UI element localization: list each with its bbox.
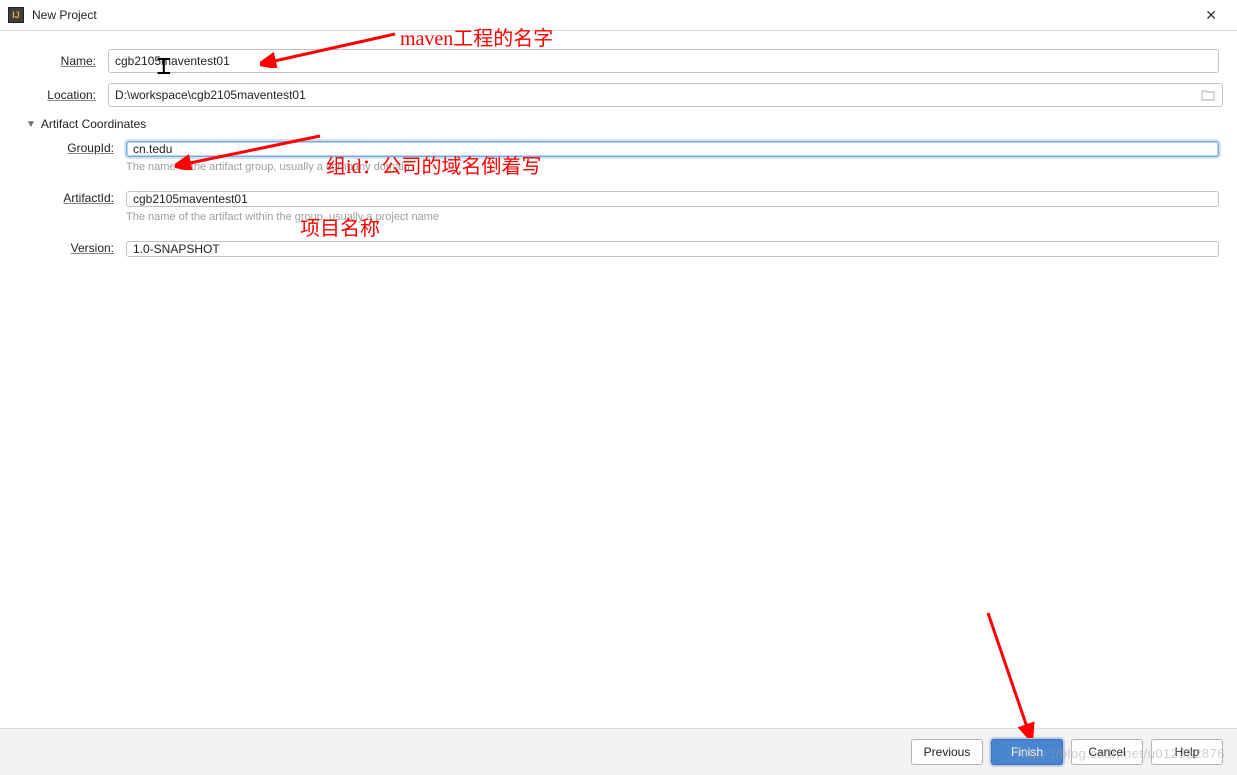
help-button[interactable]: Help bbox=[1151, 739, 1223, 765]
location-row: Location: bbox=[18, 83, 1219, 107]
title-bar: IJ New Project ✕ bbox=[0, 0, 1237, 31]
artifactid-row: ArtifactId: The name of the artifact wit… bbox=[38, 191, 1219, 235]
name-input[interactable] bbox=[108, 49, 1219, 73]
name-label: Name: bbox=[18, 54, 108, 68]
window-title: New Project bbox=[32, 8, 97, 22]
artifact-coordinates-header[interactable]: ▼ Artifact Coordinates bbox=[26, 117, 1219, 131]
version-label: Version: bbox=[38, 241, 126, 255]
app-icon: IJ bbox=[8, 7, 24, 23]
artifactid-hint: The name of the artifact within the grou… bbox=[126, 211, 1219, 223]
artifactid-label: ArtifactId: bbox=[38, 191, 126, 205]
finish-button[interactable]: Finish bbox=[991, 739, 1063, 765]
close-icon[interactable]: ✕ bbox=[1193, 3, 1229, 28]
groupid-label: GroupId: bbox=[38, 141, 126, 155]
chevron-down-icon: ▼ bbox=[26, 119, 36, 130]
groupid-hint: The name of the artifact group, usually … bbox=[126, 161, 1219, 173]
artifactid-input[interactable] bbox=[126, 191, 1219, 207]
location-input[interactable] bbox=[108, 83, 1223, 107]
cancel-button[interactable]: Cancel bbox=[1071, 739, 1143, 765]
location-label: Location: bbox=[18, 88, 108, 102]
artifact-section-label: Artifact Coordinates bbox=[41, 117, 146, 131]
groupid-input[interactable] bbox=[126, 141, 1219, 157]
version-input[interactable] bbox=[126, 241, 1219, 257]
previous-button[interactable]: Previous bbox=[911, 739, 983, 765]
version-row: Version: bbox=[38, 241, 1219, 257]
groupid-row: GroupId: The name of the artifact group,… bbox=[38, 141, 1219, 185]
dialog-footer: Previous Finish Cancel Help bbox=[0, 728, 1237, 775]
name-row: Name: bbox=[18, 49, 1219, 73]
dialog-body: Name: Location: ▼ Artifact Coordinates G… bbox=[0, 31, 1237, 728]
